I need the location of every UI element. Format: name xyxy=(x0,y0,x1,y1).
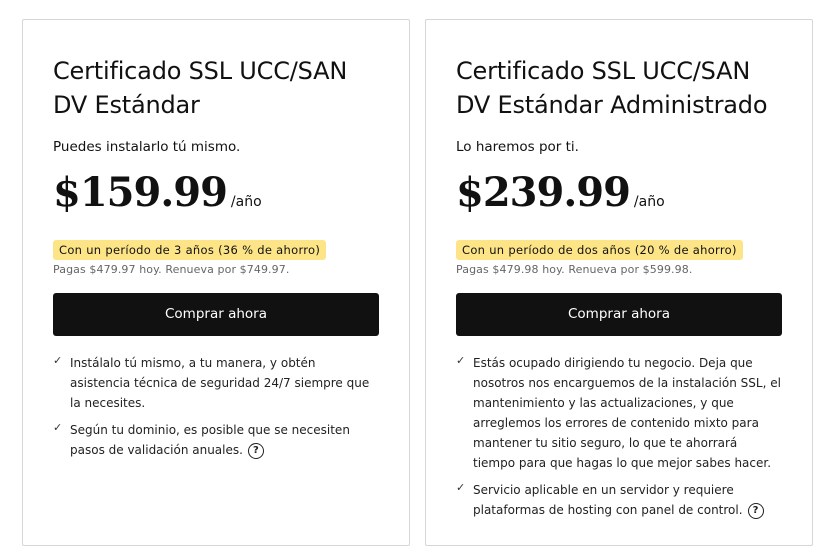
plan-price: $159.99 xyxy=(53,169,228,216)
plan-title-line-2: DV Estándar xyxy=(53,91,200,119)
feature-text: Servicio aplicable en un servidor y requ… xyxy=(473,483,743,517)
question-circle-icon[interactable]: ? xyxy=(247,443,264,459)
renewal-note: Pagas $479.98 hoy. Renueva por $599.98. xyxy=(456,263,693,276)
feature-item: ✓ Instálalo tú mismo, a tu manera, y obt… xyxy=(53,353,379,413)
plan-card-managed: Certificado SSL UCC/SAN DV Estándar Admi… xyxy=(425,19,813,546)
plan-title: Certificado SSL UCC/SAN DV Estándar xyxy=(53,54,379,122)
feature-item: ✓ Según tu dominio, es posible que se ne… xyxy=(53,420,379,460)
check-icon: ✓ xyxy=(456,481,466,494)
plan-price: $239.99 xyxy=(456,169,631,216)
plan-title-line-1: Certificado SSL UCC/SAN xyxy=(53,57,348,85)
buy-now-button[interactable]: Comprar ahora xyxy=(53,293,379,336)
plan-title-line-1: Certificado SSL UCC/SAN xyxy=(456,57,751,85)
feature-text-wrap: Según tu dominio, es posible que se nece… xyxy=(70,420,379,460)
feature-list: ✓ Estás ocupado dirigiendo tu negocio. D… xyxy=(456,353,782,520)
price-period: /año xyxy=(230,194,262,210)
feature-item: ✓ Estás ocupado dirigiendo tu negocio. D… xyxy=(456,353,782,473)
question-circle-icon[interactable]: ? xyxy=(747,503,764,519)
plan-subtitle: Lo haremos por ti. xyxy=(456,139,579,155)
price-row: $239.99 /año xyxy=(456,171,782,217)
feature-list: ✓ Instálalo tú mismo, a tu manera, y obt… xyxy=(53,353,379,460)
savings-badge: Con un período de dos años (20 % de ahor… xyxy=(456,240,743,260)
plan-card-standard: Certificado SSL UCC/SAN DV Estándar Pued… xyxy=(22,19,410,546)
check-icon: ✓ xyxy=(53,421,63,434)
feature-text: Según tu dominio, es posible que se nece… xyxy=(70,423,350,457)
buy-now-button[interactable]: Comprar ahora xyxy=(456,293,782,336)
pricing-cards: Certificado SSL UCC/SAN DV Estándar Pued… xyxy=(0,0,830,560)
price-period: /año xyxy=(633,194,665,210)
feature-item: ✓ Servicio aplicable en un servidor y re… xyxy=(456,480,782,520)
check-icon: ✓ xyxy=(456,354,466,367)
feature-text: Instálalo tú mismo, a tu manera, y obtén… xyxy=(70,356,370,410)
renewal-note: Pagas $479.97 hoy. Renueva por $749.97. xyxy=(53,263,290,276)
check-icon: ✓ xyxy=(53,354,63,367)
feature-text-wrap: Servicio aplicable en un servidor y requ… xyxy=(473,480,782,520)
feature-text: Estás ocupado dirigiendo tu negocio. Dej… xyxy=(473,356,781,470)
plan-title: Certificado SSL UCC/SAN DV Estándar Admi… xyxy=(456,54,782,122)
price-row: $159.99 /año xyxy=(53,171,379,217)
plan-subtitle: Puedes instalarlo tú mismo. xyxy=(53,139,241,155)
savings-badge: Con un período de 3 años (36 % de ahorro… xyxy=(53,240,327,260)
plan-title-line-2: DV Estándar Administrado xyxy=(456,91,768,119)
